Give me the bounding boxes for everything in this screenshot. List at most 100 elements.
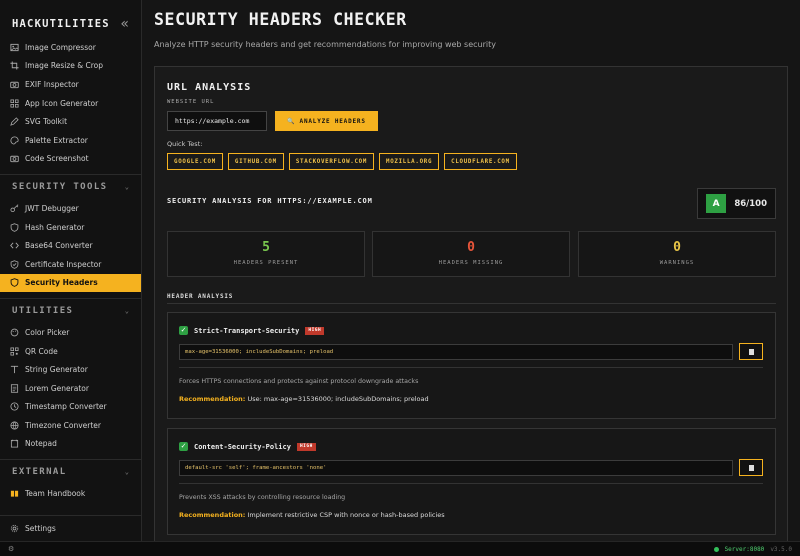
sidebar-item-label: Image Compressor [25,42,96,52]
copy-icon [748,348,754,355]
section-label: EXTERNAL [12,467,67,478]
sidebar-item-label: Hash Generator [25,222,85,232]
header-recommendation: Recommendation: Use: max-age=31536000; i… [179,395,429,403]
collapse-sidebar-icon[interactable]: « [120,16,129,32]
stat-value: 0 [673,240,681,255]
section-label: UTILITIES [12,306,74,317]
quick-test-mozilla[interactable]: MOZILLA.ORG [379,153,440,170]
sidebar-item-label: Base64 Converter [25,241,93,251]
type-icon [10,365,19,374]
sidebar-item-image-resize[interactable]: Image Resize & Crop [0,57,141,76]
quick-test-stackoverflow[interactable]: STACKOVERFLOW.COM [288,153,375,170]
status-right: Server:8080 v3.5.0 [713,546,792,553]
chevron-down-icon: ⌄ [124,307,129,316]
sidebar-item-qr-code[interactable]: QR Code [0,342,141,361]
sidebar-item-label: App Icon Generator [25,98,99,108]
security-score-box: A 86/100 [697,188,776,219]
code-icon [10,241,19,250]
pen-icon [10,117,19,126]
header-card-hsts: ✓ Strict-Transport-Security HIGH max-age… [167,312,776,419]
server-status-dot [713,546,719,552]
copy-button[interactable] [739,343,763,360]
stat-headers-missing: 0 HEADERS MISSING [372,231,570,277]
quick-test-buttons: GOOGLE.COM GITHUB.COM STACKOVERFLOW.COM … [167,153,517,170]
sidebar-item-timezone-converter[interactable]: Timezone Converter [0,416,141,435]
header-name: Strict-Transport-Security [194,326,300,335]
sidebar-footer: Settings [0,515,141,541]
book-icon [10,489,19,498]
sidebar-item-base64-converter[interactable]: Base64 Converter [0,236,141,255]
sidebar-item-label: Code Screenshot [25,154,89,164]
copy-button[interactable] [739,459,763,476]
sidebar-item-string-generator[interactable]: String Generator [0,360,141,379]
header-card-heading: ✓ Strict-Transport-Security HIGH [179,326,325,335]
sidebar-item-label: Certificate Inspector [25,259,102,269]
section-external[interactable]: EXTERNAL ⌄ [0,460,141,484]
header-value-field[interactable]: max-age=31536000; includeSubDomains; pre… [179,344,733,360]
globe-icon [10,421,19,430]
sidebar-item-settings[interactable]: Settings [0,519,141,538]
sidebar-item-lorem-generator[interactable]: Lorem Generator [0,379,141,398]
color-icon [10,328,19,337]
quick-test-github[interactable]: GITHUB.COM [227,153,284,170]
sidebar-item-team-handbook[interactable]: Team Handbook [0,484,141,503]
recommendation-key: Recommendation: [179,395,246,403]
sidebar-item-app-icon-generator[interactable]: App Icon Generator [0,94,141,113]
analyze-headers-button[interactable]: 🔍 ANALYZE HEADERS [275,111,378,131]
sidebar-item-exif-inspector[interactable]: EXIF Inspector [0,75,141,94]
image-icon [10,43,19,52]
note-icon [10,439,19,448]
sidebar-item-security-headers[interactable]: Security Headers [0,273,141,293]
check-icon: ✓ [179,442,188,451]
section-security-tools[interactable]: SECURITY TOOLS ⌄ [0,175,141,199]
quick-test-google[interactable]: GOOGLE.COM [167,153,223,170]
stat-label: WARNINGS [659,260,695,266]
stat-value: 5 [262,240,270,255]
settings-status-icon[interactable]: ⚙ [8,545,14,553]
stat-warnings: 0 WARNINGS [578,231,776,277]
stat-label: HEADERS PRESENT [233,260,299,266]
section-utilities[interactable]: UTILITIES ⌄ [0,299,141,323]
grid-icon [10,99,19,108]
section-label: SECURITY TOOLS [12,182,108,193]
score-value: 86/100 [734,198,767,209]
sidebar-item-certificate-inspector[interactable]: Certificate Inspector [0,255,141,274]
header-name: Content-Security-Policy [194,442,291,451]
quick-test-cloudflare[interactable]: CLOUDFLARE.COM [444,153,517,170]
sidebar-item-timestamp-converter[interactable]: Timestamp Converter [0,398,141,417]
sidebar-item-code-screenshot[interactable]: Code Screenshot [0,150,141,169]
sidebar-item-label: EXIF Inspector [25,79,79,89]
sidebar-item-color-picker[interactable]: Color Picker [0,323,141,342]
shield-icon [10,222,19,232]
analysis-results-title: SECURITY ANALYSIS FOR HTTPS://EXAMPLE.CO… [167,197,373,205]
sidebar-item-image-compressor[interactable]: Image Compressor [0,38,141,57]
url-analysis-title: URL ANALYSIS [167,82,252,93]
sidebar-item-label: Security Headers [25,278,98,288]
shield-icon [10,278,19,288]
sidebar-item-label: Timestamp Converter [25,402,107,412]
qr-icon [10,347,19,356]
sidebar-item-jwt-debugger[interactable]: JWT Debugger [0,199,141,218]
website-url-label: WEBSITE URL [167,99,215,105]
camera-icon [10,154,19,163]
sidebar-item-notepad[interactable]: Notepad [0,435,141,454]
header-card-heading: ✓ Content-Security-Policy HIGH [179,442,316,451]
page-subtitle: Analyze HTTP security headers and get re… [154,40,496,49]
header-value-field[interactable]: default-src 'self'; frame-ancestors 'non… [179,460,733,476]
key-icon [10,204,19,213]
sidebar-item-palette-extractor[interactable]: Palette Extractor [0,131,141,150]
sidebar-item-hash-generator[interactable]: Hash Generator [0,218,141,237]
chevron-down-icon: ⌄ [124,468,129,477]
image-tools-list: Image Compressor Image Resize & Crop EXI… [0,38,141,168]
crop-icon [10,61,19,70]
sidebar-item-label: Timezone Converter [25,420,101,430]
sidebar-item-label: Lorem Generator [25,383,89,393]
sidebar-item-label: Notepad [25,439,57,449]
sidebar-item-label: Team Handbook [25,489,86,499]
header-description: Prevents XSS attacks by controlling reso… [179,494,346,501]
sidebar-item-label: String Generator [25,365,88,375]
severity-badge: HIGH [296,442,316,451]
url-input[interactable] [167,111,267,131]
url-analysis-panel: URL ANALYSIS WEBSITE URL 🔍 ANALYZE HEADE… [154,66,788,541]
sidebar-item-svg-toolkit[interactable]: SVG Toolkit [0,112,141,131]
